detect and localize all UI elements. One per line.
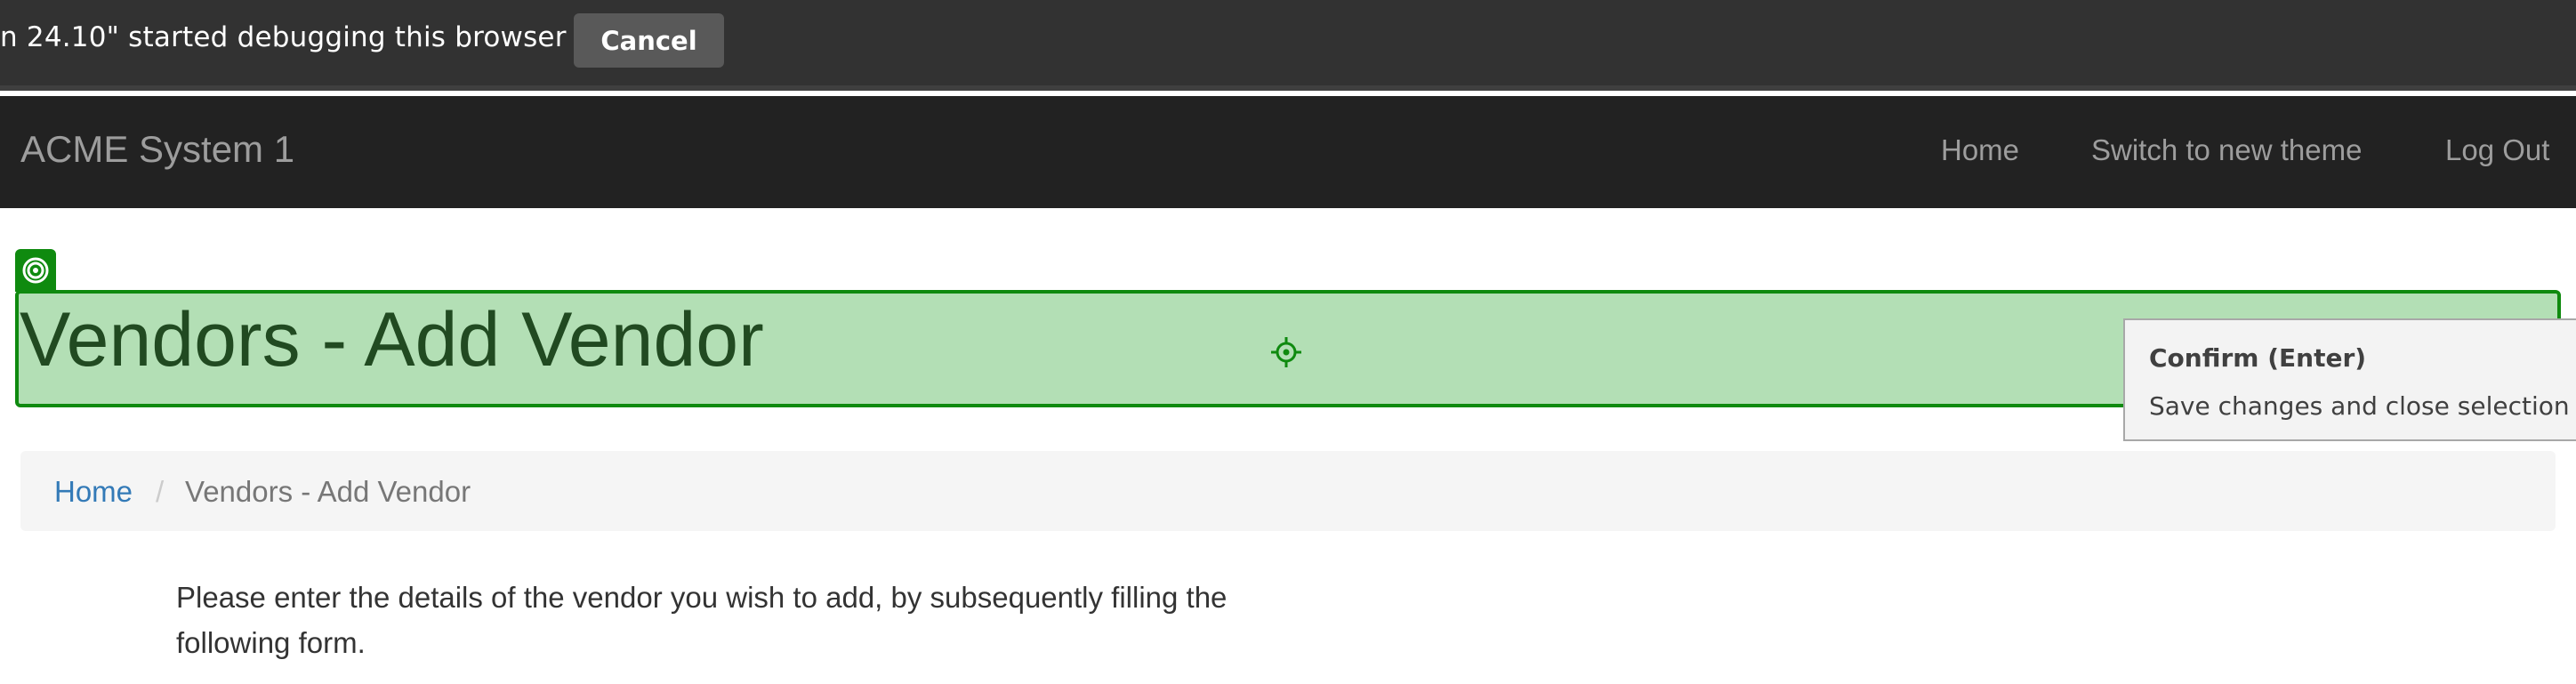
nav-link-switch-theme[interactable]: Switch to new theme	[2091, 133, 2362, 167]
crosshair-icon	[1271, 337, 1301, 367]
nav-link-home[interactable]: Home	[1941, 133, 2019, 167]
tooltip-description: Save changes and close selection wiz	[2149, 391, 2576, 421]
target-selection-icon[interactable]	[15, 249, 56, 292]
browser-viewport: n 24.10" started debugging this browser …	[0, 0, 2576, 684]
page-title: Vendors - Add Vendor	[20, 297, 764, 382]
tooltip-title: Confirm (Enter)	[2149, 343, 2367, 373]
breadcrumb: Home / Vendors - Add Vendor	[20, 451, 2556, 531]
cancel-debugging-button[interactable]: Cancel	[574, 13, 724, 68]
nav-link-logout[interactable]: Log Out	[2445, 133, 2549, 167]
breadcrumb-current: Vendors - Add Vendor	[185, 475, 471, 508]
form-instructions: Please enter the details of the vendor y…	[176, 581, 1228, 659]
debugging-message: n 24.10" started debugging this browser	[0, 21, 567, 53]
breadcrumb-home-link[interactable]: Home	[54, 475, 133, 509]
confirm-tooltip: Confirm (Enter) Save changes and close s…	[2123, 318, 2576, 441]
brand-name[interactable]: ACME System 1	[20, 128, 294, 171]
top-navbar: ACME System 1 Home Switch to new theme L…	[0, 96, 2576, 208]
debugging-infobar: n 24.10" started debugging this browser …	[0, 0, 2576, 91]
breadcrumb-separator: /	[156, 475, 165, 508]
